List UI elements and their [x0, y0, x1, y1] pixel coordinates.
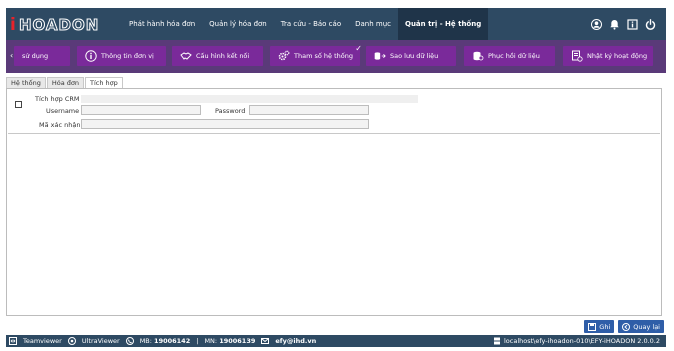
password-label: Password — [215, 107, 246, 115]
svg-text:i: i — [10, 15, 16, 34]
power-icon[interactable] — [645, 18, 656, 30]
svg-text:HOADON: HOADON — [19, 16, 99, 34]
support-email[interactable]: efy@ihd.vn — [275, 337, 316, 345]
checkmark-icon: ✓ — [355, 44, 362, 53]
crm-integration-form: Tích hợp CRM Username Password Mã xác nh… — [8, 90, 660, 134]
submenu-item-nhat-ky-hoat-dong[interactable]: Nhật ký hoạt động — [563, 46, 653, 66]
info-circle-icon — [85, 50, 97, 62]
submenu-item-sao-luu-du-lieu[interactable]: Sao lưu dữ liệu — [366, 46, 456, 66]
tab-content-panel: Tích hợp CRM Username Password Mã xác nh… — [6, 88, 662, 316]
teamviewer-icon — [9, 337, 17, 345]
crm-section-bar — [81, 95, 418, 103]
system-submenu-bar: ‹ sử dụng Thông tin đơn vị Cấu hình kết … — [6, 40, 666, 73]
server-info: localhost\efy-ihoadon-010\EFY-iHOADON 2.… — [504, 337, 660, 345]
ultraviewer-link[interactable]: UltraViewer — [82, 337, 120, 345]
mn-label: MN: — [204, 337, 218, 345]
mail-icon — [261, 337, 270, 345]
database-backup-icon — [374, 50, 386, 62]
gears-icon — [278, 50, 290, 62]
bell-icon[interactable] — [609, 19, 620, 30]
submenu-label: Nhật ký hoạt động — [587, 52, 648, 60]
tab-hoa-don[interactable]: Hóa đơn — [46, 77, 84, 88]
hotline-mn: MN: 19006139 — [204, 337, 255, 345]
submenu-label: Tham số hệ thống — [294, 52, 353, 60]
database-restore-icon — [472, 50, 484, 62]
username-field[interactable] — [81, 105, 201, 115]
tab-tich-hop[interactable]: Tích hợp — [84, 77, 123, 88]
submenu-label: Thông tin đơn vị — [101, 52, 154, 60]
form-actions: Ghi Quay lại — [584, 320, 664, 333]
app-logo[interactable]: i HOADON — [10, 13, 116, 35]
user-icon[interactable] — [591, 18, 602, 30]
username-label: Username — [46, 107, 80, 115]
nav-item-quan-ly-hoa-don[interactable]: Quản lý hóa đơn — [202, 8, 274, 40]
ultraviewer-icon — [67, 337, 76, 345]
confirmation-code-field[interactable] — [81, 119, 369, 129]
submenu-item-tham-so-he-thong[interactable]: Tham số hệ thống ✓ — [270, 44, 362, 66]
tab-he-thong[interactable]: Hệ thống — [6, 77, 46, 88]
save-button-label: Ghi — [599, 322, 611, 331]
crm-enable-checkbox[interactable] — [15, 101, 22, 108]
submenu-label: Sao lưu dữ liệu — [390, 52, 439, 60]
handshake-icon — [180, 50, 192, 62]
mb-label: MB: — [139, 337, 152, 345]
server-icon — [493, 337, 501, 345]
phone-icon — [125, 337, 134, 345]
nav-item-tra-cuu-bao-cao[interactable]: Tra cứu - Báo cáo — [274, 8, 348, 40]
submenu-item-cau-hinh-ket-noi[interactable]: Cấu hình kết nối — [172, 46, 263, 66]
crm-section-label: Tích hợp CRM — [35, 95, 80, 103]
back-arrow-icon — [622, 322, 631, 331]
save-icon — [588, 322, 597, 331]
mn-phone: 19006139 — [219, 337, 256, 345]
submenu-label: sử dụng — [22, 52, 49, 60]
book-info-icon[interactable] — [627, 18, 638, 30]
hotline-mb: MB: 19006142 — [140, 337, 191, 345]
status-bar: Teamviewer UltraViewer MB: 19006142 | MN… — [6, 335, 666, 347]
nav-item-danh-muc[interactable]: Danh mục — [348, 8, 398, 40]
confirmation-code-label: Mã xác nhận — [39, 121, 81, 129]
top-right-icons — [591, 18, 656, 30]
back-button-label: Quay lại — [633, 322, 660, 331]
submenu-item-thong-tin-don-vi[interactable]: Thông tin đơn vị — [77, 46, 166, 66]
activity-log-icon — [571, 50, 583, 62]
submenu-item-phuc-hoi-du-lieu[interactable]: Phục hồi dữ liệu — [464, 46, 555, 66]
top-navigation-bar: i HOADON Phát hành hóa đơn Quản lý hóa đ… — [6, 8, 666, 40]
mb-phone: 19006142 — [154, 337, 191, 345]
teamviewer-link[interactable]: Teamviewer — [23, 337, 62, 345]
password-field[interactable] — [249, 105, 369, 115]
separator: | — [196, 337, 199, 345]
submenu-label: Cấu hình kết nối — [196, 52, 250, 60]
nav-item-phat-hanh-hoa-don[interactable]: Phát hành hóa đơn — [122, 8, 202, 40]
submenu-label: Phục hồi dữ liệu — [488, 52, 540, 60]
settings-tabs: Hệ thống Hóa đơn Tích hợp — [6, 77, 123, 88]
nav-item-quan-tri-he-thong[interactable]: Quản trị - Hệ thống — [398, 8, 489, 40]
main-menu: Phát hành hóa đơn Quản lý hóa đơn Tra cứ… — [122, 8, 489, 40]
chevron-left-icon[interactable]: ‹ — [10, 51, 13, 60]
back-button[interactable]: Quay lại — [618, 320, 664, 333]
submenu-item-su-dung[interactable]: sử dụng — [14, 46, 70, 66]
save-button[interactable]: Ghi — [584, 320, 615, 333]
